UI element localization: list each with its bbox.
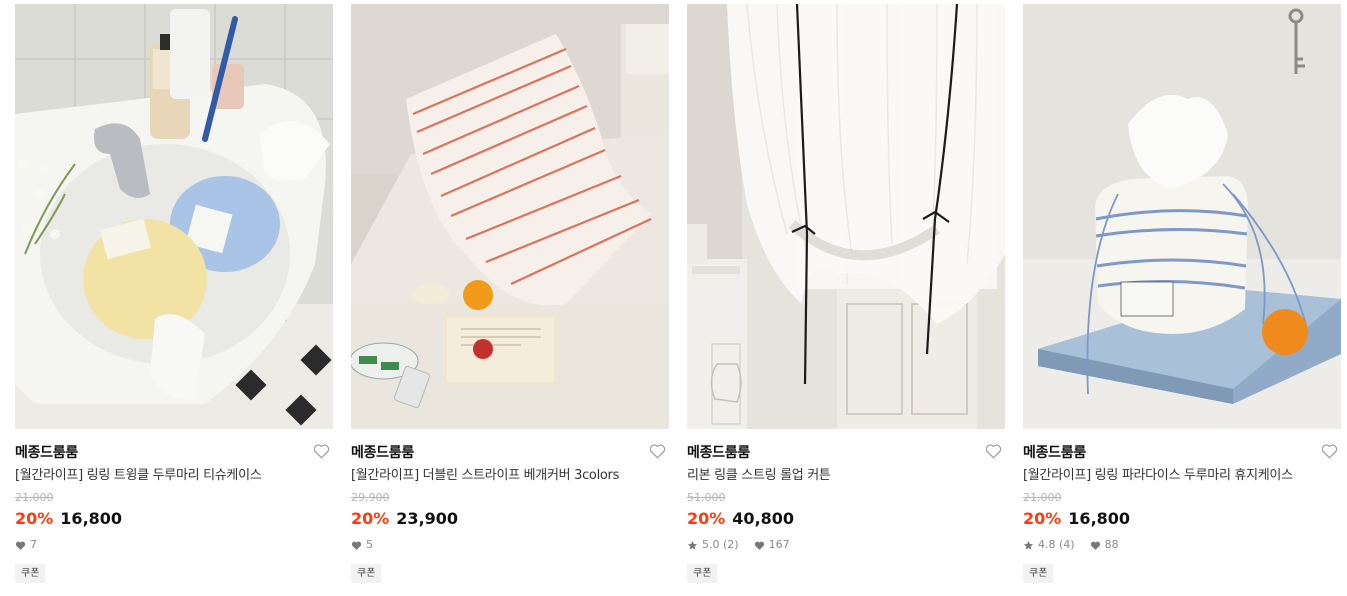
like-count: 5 [366,538,373,551]
sale-price: 23,900 [396,509,459,528]
sale-price: 16,800 [60,509,123,528]
brand-name[interactable]: 메종드룸룸 [687,443,1005,463]
product-grid: 메종드룸룸 [월간라이프] 링링 트윙클 두루마리 티슈케이스 21,000 2… [0,0,1347,596]
product-card[interactable]: 메종드룸룸 [월간라이프] 링링 파라다이스 두루마리 휴지케이스 21,000… [1023,4,1341,596]
product-meta: 7 [15,537,333,553]
discount-rate: 20% [1023,509,1062,528]
product-meta: 5.0 (2) 167 [687,537,1005,553]
like-count: 7 [30,538,37,551]
product-name[interactable]: 리본 링클 스트링 롤업 커튼 [687,467,1005,485]
price-row: 20% 16,800 [15,509,333,529]
rating-score: 4.8 (4) [1038,538,1075,551]
product-card[interactable]: 메종드룸룸 [월간라이프] 더블린 스트라이프 베개커버 3colors 29,… [351,4,669,596]
product-meta: 4.8 (4) 88 [1023,537,1341,553]
price-row: 20% 40,800 [687,509,1005,529]
product-meta: 5 [351,537,669,553]
product-card[interactable]: 메종드룸룸 리본 링클 스트링 롤업 커튼 51,000 20% 40,800 5… [687,4,1005,596]
discount-rate: 20% [351,509,390,528]
product-image[interactable] [1023,4,1341,429]
product-name[interactable]: [월간라이프] 더블린 스트라이프 베개커버 3colors [351,467,669,485]
star-icon [687,540,698,551]
price-row: 20% 16,800 [1023,509,1341,529]
wishlist-heart-icon[interactable] [313,443,331,461]
coupon-badge: 쿠폰 [687,564,718,583]
heart-filled-icon [1090,540,1101,551]
coupon-badge: 쿠폰 [351,564,382,583]
product-card[interactable]: 메종드룸룸 [월간라이프] 링링 트윙클 두루마리 티슈케이스 21,000 2… [15,4,333,596]
original-price: 51,000 [687,491,726,504]
product-image[interactable] [15,4,333,429]
product-image[interactable] [351,4,669,429]
wishlist-heart-icon[interactable] [649,443,667,461]
heart-filled-icon [351,540,362,551]
brand-name[interactable]: 메종드룸룸 [15,443,333,463]
wishlist-heart-icon[interactable] [1321,443,1339,461]
coupon-badge: 쿠폰 [15,564,46,583]
coupon-badge: 쿠폰 [1023,564,1054,583]
original-price: 21,000 [1023,491,1062,504]
rating-score: 5.0 (2) [702,538,739,551]
original-price: 21,000 [15,491,54,504]
product-name[interactable]: [월간라이프] 링링 트윙클 두루마리 티슈케이스 [15,467,333,485]
sale-price: 40,800 [732,509,795,528]
brand-name[interactable]: 메종드룸룸 [351,443,669,463]
product-name[interactable]: [월간라이프] 링링 파라다이스 두루마리 휴지케이스 [1023,467,1341,485]
original-price: 29,900 [351,491,390,504]
wishlist-heart-icon[interactable] [985,443,1003,461]
heart-filled-icon [754,540,765,551]
sale-price: 16,800 [1068,509,1131,528]
product-image[interactable] [687,4,1005,429]
brand-name[interactable]: 메종드룸룸 [1023,443,1341,463]
discount-rate: 20% [687,509,726,528]
like-count: 88 [1104,538,1119,551]
star-icon [1023,540,1034,551]
like-count: 167 [768,538,790,551]
price-row: 20% 23,900 [351,509,669,529]
heart-filled-icon [15,540,26,551]
discount-rate: 20% [15,509,54,528]
